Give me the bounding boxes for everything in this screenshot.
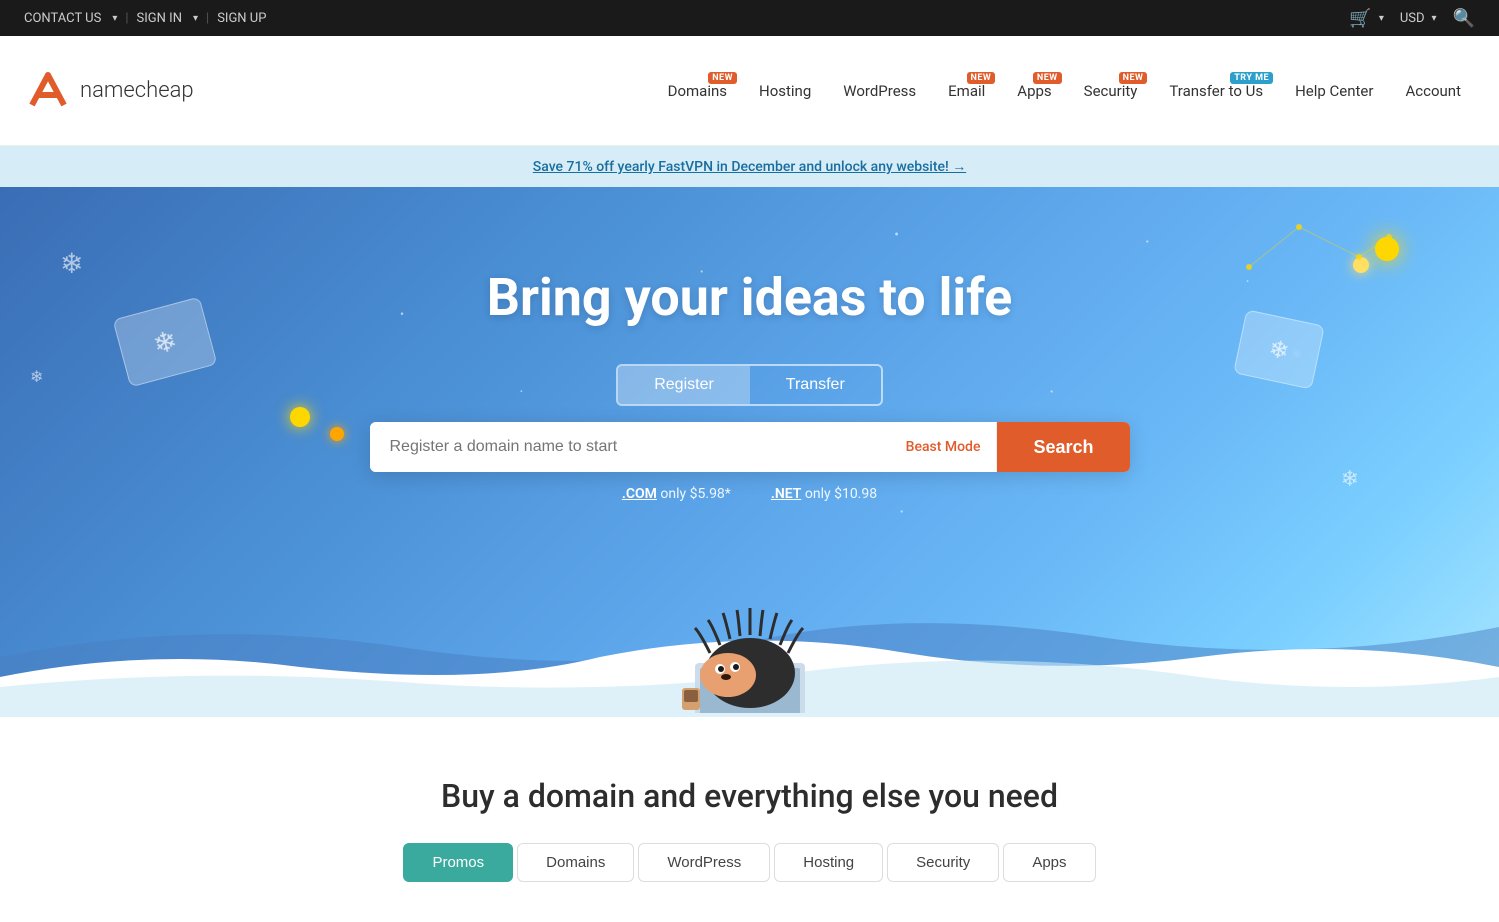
nav-account[interactable]: Account — [1391, 74, 1475, 108]
hero-card-right: ❄ — [1233, 309, 1325, 389]
top-bar: CONTACT US ▾ | SIGN IN ▾ | SIGN UP 🛒 ▾ U… — [0, 0, 1499, 36]
domain-search-input[interactable] — [370, 422, 890, 472]
logo-icon — [24, 67, 72, 115]
logo-text: namecheap — [80, 78, 194, 103]
below-hero-section: Buy a domain and everything else you nee… — [0, 717, 1499, 922]
beast-mode-toggle[interactable]: Beast Mode — [890, 422, 998, 472]
promo-banner: Save 71% off yearly FastVPN in December … — [0, 146, 1499, 187]
hero-title: Bring your ideas to life — [487, 267, 1012, 328]
top-bar-left: CONTACT US ▾ | SIGN IN ▾ | SIGN UP — [24, 11, 266, 26]
domain-hints: .COM only $5.98* .NET only $10.98 — [622, 486, 877, 502]
below-title: Buy a domain and everything else you nee… — [24, 777, 1475, 815]
bottom-tab-wordpress[interactable]: WordPress — [638, 843, 770, 882]
cart-chevron-icon: ▾ — [1379, 13, 1384, 24]
top-bar-right: 🛒 ▾ USD ▾ 🔍 — [1349, 8, 1475, 29]
currency-chevron-icon: ▾ — [1432, 13, 1437, 24]
cart-link[interactable]: 🛒 ▾ — [1349, 8, 1383, 29]
net-link[interactable]: .NET — [771, 486, 802, 502]
top-search-link[interactable]: 🔍 — [1453, 8, 1475, 29]
nav-items: NEW Domains Hosting WordPress NEW Email … — [654, 74, 1475, 108]
currency-label: USD — [1400, 11, 1425, 26]
com-link[interactable]: .COM — [622, 486, 657, 502]
orb-1 — [290, 407, 310, 427]
bottom-tab-apps[interactable]: Apps — [1003, 843, 1095, 882]
nav-help-center[interactable]: Help Center — [1281, 74, 1387, 108]
contact-us-link[interactable]: CONTACT US — [24, 11, 101, 26]
nav-domains[interactable]: NEW Domains — [654, 74, 741, 108]
sign-up-link[interactable]: SIGN UP — [217, 11, 266, 26]
nav-apps-new-badge: NEW — [1033, 72, 1062, 84]
search-button[interactable]: Search — [997, 422, 1129, 472]
orb-2 — [330, 427, 344, 441]
nav-security-new-badge: NEW — [1119, 72, 1148, 84]
bottom-tabs: PromosDomainsWordPressHostingSecurityApp… — [24, 843, 1475, 882]
nav-wordpress[interactable]: WordPress — [829, 74, 930, 108]
bottom-tab-hosting[interactable]: Hosting — [774, 843, 883, 882]
sign-in-link[interactable]: SIGN IN — [137, 11, 182, 26]
net-price: only $10.98 — [805, 486, 877, 502]
cart-icon: 🛒 — [1349, 8, 1371, 29]
domain-search-box: Beast Mode Search — [370, 422, 1130, 472]
hero-card-left: ❄ — [112, 297, 217, 388]
bottom-tab-domains[interactable]: Domains — [517, 843, 634, 882]
bottom-tab-security[interactable]: Security — [887, 843, 999, 882]
hero-section: ❄ ❄ • • • • • ❄ • • • • ❄ ❄ Bring your i… — [0, 187, 1499, 717]
nav-email[interactable]: NEW Email — [934, 74, 999, 108]
nav-transfer-tryme-badge: TRY ME — [1230, 72, 1273, 84]
nav-domains-new-badge: NEW — [708, 72, 737, 84]
nav-hosting[interactable]: Hosting — [745, 74, 825, 108]
signin-chevron-icon: ▾ — [193, 13, 198, 24]
constellation-decoration — [1219, 207, 1419, 307]
currency-selector[interactable]: USD ▾ — [1400, 11, 1437, 26]
nav-security[interactable]: NEW Security — [1070, 74, 1152, 108]
net-hint: .NET only $10.98 — [771, 486, 877, 502]
mascot-hedgehog — [640, 593, 860, 713]
register-tab[interactable]: Register — [618, 366, 750, 404]
bottom-tab-promos[interactable]: Promos — [403, 843, 513, 882]
nav-email-new-badge: NEW — [967, 72, 996, 84]
promo-link[interactable]: Save 71% off yearly FastVPN in December … — [533, 159, 966, 175]
logo[interactable]: namecheap — [24, 67, 194, 115]
nav-transfer[interactable]: TRY ME Transfer to Us — [1155, 74, 1277, 108]
com-price: only $5.98* — [660, 486, 730, 502]
nav-apps[interactable]: NEW Apps — [1003, 74, 1065, 108]
mascot-area — [640, 593, 860, 717]
contact-chevron-icon: ▾ — [112, 13, 117, 24]
com-hint: .COM only $5.98* — [622, 486, 731, 502]
domain-mode-tabs: Register Transfer — [616, 364, 883, 406]
transfer-tab[interactable]: Transfer — [750, 366, 881, 404]
search-icon: 🔍 — [1453, 8, 1475, 29]
main-nav: namecheap NEW Domains Hosting WordPress … — [0, 36, 1499, 146]
